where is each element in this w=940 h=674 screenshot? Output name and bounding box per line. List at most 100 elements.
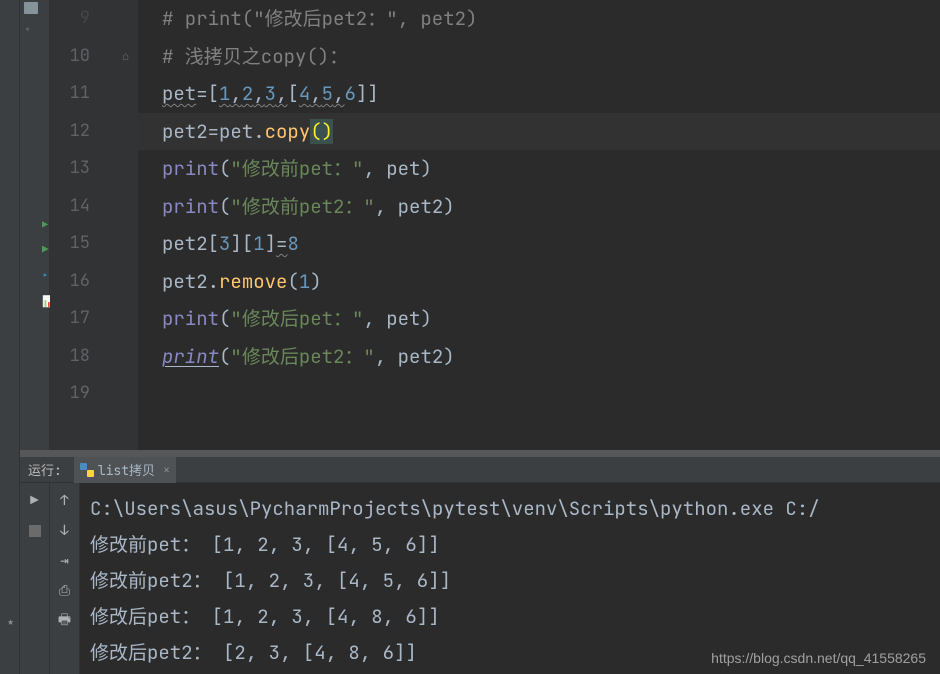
token: 3 <box>219 231 230 256</box>
token: , <box>310 81 321 106</box>
token: ]] <box>356 81 379 106</box>
token: ][ <box>230 231 253 256</box>
fold-icon[interactable]: ⌂ <box>122 38 129 76</box>
token: 8 <box>287 231 298 256</box>
token: pet. <box>219 119 265 144</box>
token: , <box>276 81 287 106</box>
code-area[interactable]: # print("修改后pet2：", pet2) ⌂# 浅拷贝之copy()： p… <box>138 0 940 450</box>
wraplines-button[interactable]: ⇥ <box>53 549 77 573</box>
token: pet2. <box>162 269 219 294</box>
run-tab-title: list拷贝 <box>98 460 155 479</box>
token: , <box>363 156 386 181</box>
token: 2 <box>242 81 253 106</box>
line-number: 9 <box>50 0 90 38</box>
token: 5 <box>322 81 333 106</box>
console-line: 修改前pet： [1, 2, 3, [4, 5, 6]] <box>90 527 940 563</box>
token: ( <box>219 194 230 219</box>
folder-icon <box>24 2 38 14</box>
line-number: 13 <box>50 150 90 188</box>
token: , <box>333 81 344 106</box>
console-output[interactable]: C:\Users\asus\PycharmProjects\pytest\ven… <box>80 483 940 674</box>
code-line[interactable]: print("修改后pet2：", pet2) <box>138 338 940 376</box>
folder-item[interactable] <box>20 0 49 16</box>
run-toolbar: ▶ ↑ ↓ ⇥ ⎙ 🖶 <box>20 483 50 674</box>
code-line[interactable]: pet2[3][1]=8 <box>138 225 940 263</box>
run-header: 运行: list拷贝 × <box>20 457 940 483</box>
line-number: 19 <box>50 375 90 413</box>
run-tab[interactable]: list拷贝 × <box>74 457 176 483</box>
token: print <box>162 194 219 219</box>
code-line[interactable]: print("修改后pet：", pet) <box>138 300 940 338</box>
token: 1 <box>299 269 310 294</box>
token: ) <box>443 194 454 219</box>
token: 1 <box>219 81 230 106</box>
token: ) <box>420 306 431 331</box>
line-number: 12 <box>50 113 90 151</box>
tab-favorites[interactable]: ★ <box>1 609 19 634</box>
token: = <box>276 231 287 256</box>
line-number: 17 <box>50 300 90 338</box>
token: pet2 <box>162 119 208 144</box>
token: , <box>375 344 398 369</box>
ide-left-tabs: ★ <box>0 0 20 674</box>
scroll-down-button[interactable]: ↓ <box>53 519 77 543</box>
token: "修改后pet2：" <box>230 344 374 369</box>
line-number: 11 <box>50 75 90 113</box>
code-line[interactable]: # print("修改后pet2：", pet2) <box>138 0 940 38</box>
token: ( <box>287 269 298 294</box>
token: , <box>375 194 398 219</box>
token: pet2 <box>162 231 208 256</box>
stop-button[interactable] <box>23 519 47 543</box>
token: "修改前pet：" <box>230 156 363 181</box>
token: "修改后pet：" <box>230 306 363 331</box>
line-number: 10 <box>50 38 90 76</box>
token: 3 <box>265 81 276 106</box>
token: # 浅拷贝之copy()： <box>162 44 348 69</box>
console-line: 修改前pet2： [1, 2, 3, [4, 5, 6]] <box>90 563 940 599</box>
code-line[interactable]: pet2.remove(1) <box>138 263 940 301</box>
code-line[interactable]: print("修改前pet：", pet) <box>138 150 940 188</box>
line-number: 14 <box>50 188 90 226</box>
token: ) <box>420 156 431 181</box>
watermark: https://blog.csdn.net/qq_41558265 <box>711 650 926 666</box>
code-line[interactable]: print("修改前pet2：", pet2) <box>138 188 940 226</box>
line-number: 15 <box>50 225 90 263</box>
console-line: 修改后pet： [1, 2, 3, [4, 8, 6]] <box>90 599 940 635</box>
project-tree[interactable]: ▾ ▶ ▶ ▸◂ 📊 <box>20 0 50 450</box>
folder-item[interactable]: ▾ <box>20 20 49 40</box>
token: [ <box>208 231 219 256</box>
code-line[interactable]: ⌂# 浅拷贝之copy()： <box>138 38 940 76</box>
export-button[interactable]: ⎙ <box>53 579 77 603</box>
token: ) <box>310 269 321 294</box>
close-icon[interactable]: × <box>163 462 170 478</box>
token: [ <box>208 81 219 106</box>
run-label: 运行: <box>20 460 74 479</box>
token: ( <box>219 156 230 181</box>
token: remove <box>219 269 287 294</box>
code-line[interactable]: pet=[1,2,3,[4,5,6]] <box>138 75 940 113</box>
token: = <box>208 119 219 144</box>
token: ( <box>219 344 230 369</box>
code-line[interactable]: pet2=pet.copy() <box>138 113 940 151</box>
token: , <box>253 81 264 106</box>
token: print <box>162 344 219 369</box>
token: pet <box>386 306 420 331</box>
token: print <box>162 156 219 181</box>
token: "修改前pet2：" <box>230 194 374 219</box>
line-number: 16 <box>50 263 90 301</box>
token: ) <box>443 344 454 369</box>
rerun-button[interactable]: ▶ <box>23 489 47 513</box>
console-line: C:\Users\asus\PycharmProjects\pytest\ven… <box>90 491 940 527</box>
token: 1 <box>253 231 264 256</box>
scroll-up-button[interactable]: ↑ <box>53 489 77 513</box>
token: ] <box>265 231 276 256</box>
token: # print("修改后pet2：", pet2) <box>162 6 477 31</box>
token: , <box>230 81 241 106</box>
token: pet <box>386 156 420 181</box>
token: , <box>363 306 386 331</box>
token: pet2 <box>398 194 444 219</box>
code-editor[interactable]: 910111213141516171819 # print("修改后pet2："… <box>50 0 940 450</box>
token: copy <box>265 119 311 144</box>
print-button[interactable]: 🖶 <box>53 609 77 633</box>
token: 6 <box>344 81 355 106</box>
